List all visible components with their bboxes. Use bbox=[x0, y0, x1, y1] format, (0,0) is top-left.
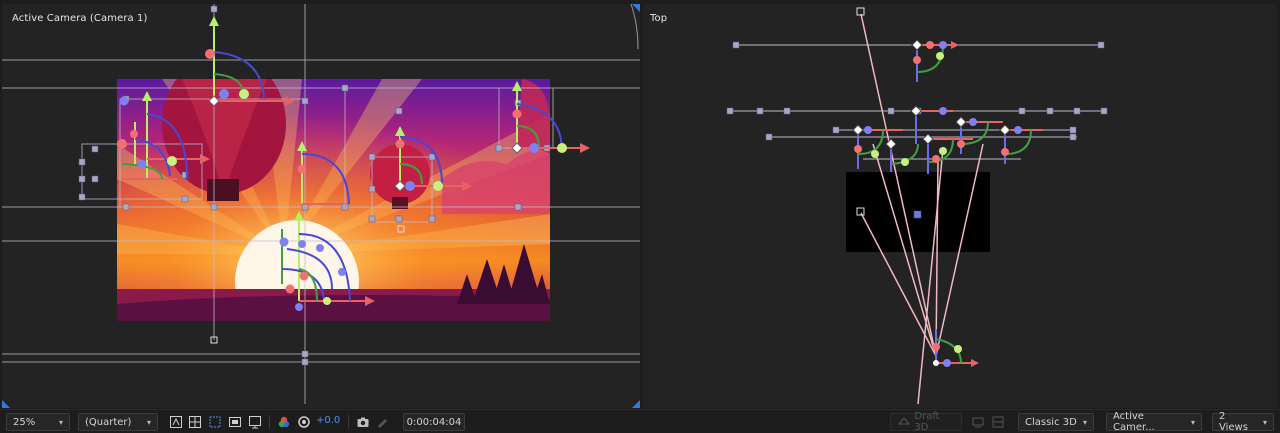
toggle-mask-icon[interactable] bbox=[168, 414, 184, 430]
resolution-value: (Quarter) bbox=[85, 416, 132, 428]
view-layout-icon[interactable] bbox=[990, 414, 1006, 430]
magnification-value: 25% bbox=[13, 416, 36, 428]
draft-3d-label: Draft 3D bbox=[914, 411, 940, 433]
extended-viewer-icon[interactable] bbox=[970, 414, 986, 430]
active-camera-canvas[interactable] bbox=[2, 4, 640, 408]
top-view[interactable]: Top bbox=[643, 4, 1277, 408]
active-camera-view[interactable]: Active Camera (Camera 1) bbox=[2, 4, 640, 408]
channel-rgb-icon[interactable] bbox=[276, 414, 292, 430]
snapshot-icon[interactable] bbox=[355, 414, 371, 430]
transparency-grid-icon[interactable] bbox=[187, 414, 203, 430]
region-of-interest-icon[interactable] bbox=[207, 414, 223, 430]
viewer-toolbar: 25% ▾ (Quarter) ▾ +0.0 0:00:04:04 Draft … bbox=[0, 409, 1280, 433]
view-layout-value: 2 Views bbox=[1219, 411, 1248, 433]
renderer-value: Classic 3D bbox=[1025, 416, 1077, 428]
active-camera-view-title: Active Camera (Camera 1) bbox=[12, 13, 148, 24]
composition-viewer: Active Camera (Camera 1) Top 25% ▾ (Quar… bbox=[0, 0, 1280, 433]
view-options-icon[interactable] bbox=[247, 414, 263, 430]
chevron-down-icon: ▾ bbox=[1082, 417, 1087, 427]
3d-view-value: Active Camer... bbox=[1113, 411, 1155, 433]
resolution-dropdown[interactable]: (Quarter) ▾ bbox=[78, 413, 158, 431]
current-time-display[interactable]: 0:00:04:04 bbox=[403, 413, 465, 431]
chevron-down-icon: ▾ bbox=[146, 417, 151, 427]
reset-exposure-icon[interactable] bbox=[296, 414, 312, 430]
draft3d-icon bbox=[897, 415, 910, 429]
draft-3d-button[interactable]: Draft 3D bbox=[890, 411, 962, 433]
view-layout-dropdown[interactable]: 2 Views ▾ bbox=[1212, 411, 1274, 433]
view-corner-marker bbox=[632, 4, 640, 12]
chevron-down-icon: ▾ bbox=[1262, 417, 1267, 427]
renderer-dropdown[interactable]: Classic 3D ▾ bbox=[1018, 413, 1094, 431]
chevron-down-icon: ▾ bbox=[58, 417, 63, 427]
timecode: 0:00:04:04 bbox=[406, 416, 462, 428]
3d-view-dropdown[interactable]: Active Camer... ▾ bbox=[1106, 411, 1202, 433]
magnification-dropdown[interactable]: 25% ▾ bbox=[6, 413, 70, 431]
view-corner-marker bbox=[2, 400, 10, 408]
safe-margins-icon[interactable] bbox=[227, 414, 243, 430]
show-snapshot-icon[interactable] bbox=[375, 414, 391, 430]
exposure-value[interactable]: +0.0 bbox=[316, 415, 340, 426]
view-corner-marker bbox=[632, 400, 640, 408]
top-view-canvas[interactable] bbox=[643, 4, 1277, 408]
top-view-title: Top bbox=[650, 13, 668, 24]
chevron-down-icon: ▾ bbox=[1190, 417, 1195, 427]
toolbar-separator bbox=[348, 415, 349, 429]
toolbar-separator bbox=[269, 415, 270, 429]
